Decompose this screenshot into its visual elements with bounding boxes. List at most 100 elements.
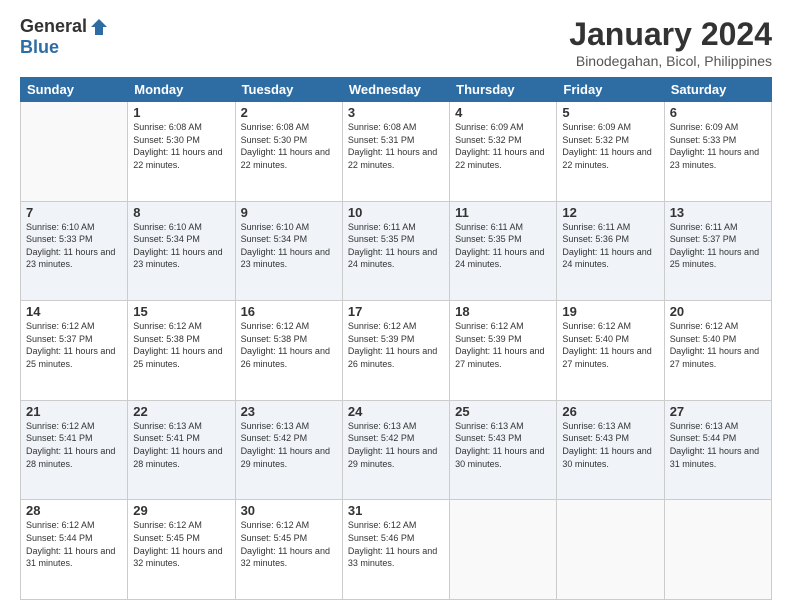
calendar-row-0: 1Sunrise: 6:08 AMSunset: 5:30 PMDaylight… bbox=[21, 102, 772, 202]
day-info: Sunrise: 6:12 AMSunset: 5:38 PMDaylight:… bbox=[241, 320, 337, 370]
calendar-row-2: 14Sunrise: 6:12 AMSunset: 5:37 PMDayligh… bbox=[21, 301, 772, 401]
table-row: 7Sunrise: 6:10 AMSunset: 5:33 PMDaylight… bbox=[21, 201, 128, 301]
day-info: Sunrise: 6:12 AMSunset: 5:40 PMDaylight:… bbox=[562, 320, 658, 370]
table-row: 2Sunrise: 6:08 AMSunset: 5:30 PMDaylight… bbox=[235, 102, 342, 202]
table-row: 25Sunrise: 6:13 AMSunset: 5:43 PMDayligh… bbox=[450, 400, 557, 500]
day-info: Sunrise: 6:08 AMSunset: 5:31 PMDaylight:… bbox=[348, 121, 444, 171]
day-info: Sunrise: 6:12 AMSunset: 5:45 PMDaylight:… bbox=[133, 519, 229, 569]
day-info: Sunrise: 6:12 AMSunset: 5:37 PMDaylight:… bbox=[26, 320, 122, 370]
title-section: January 2024 Binodegahan, Bicol, Philipp… bbox=[569, 16, 772, 69]
day-number: 4 bbox=[455, 105, 551, 120]
table-row: 10Sunrise: 6:11 AMSunset: 5:35 PMDayligh… bbox=[342, 201, 449, 301]
table-row bbox=[21, 102, 128, 202]
month-title: January 2024 bbox=[569, 16, 772, 53]
table-row: 8Sunrise: 6:10 AMSunset: 5:34 PMDaylight… bbox=[128, 201, 235, 301]
logo-general-text: General bbox=[20, 16, 87, 37]
day-number: 25 bbox=[455, 404, 551, 419]
table-row: 6Sunrise: 6:09 AMSunset: 5:33 PMDaylight… bbox=[664, 102, 771, 202]
header-sunday: Sunday bbox=[21, 78, 128, 102]
page: General Blue January 2024 Binodegahan, B… bbox=[0, 0, 792, 612]
day-number: 9 bbox=[241, 205, 337, 220]
table-row: 9Sunrise: 6:10 AMSunset: 5:34 PMDaylight… bbox=[235, 201, 342, 301]
day-number: 20 bbox=[670, 304, 766, 319]
table-row bbox=[450, 500, 557, 600]
table-row: 17Sunrise: 6:12 AMSunset: 5:39 PMDayligh… bbox=[342, 301, 449, 401]
day-info: Sunrise: 6:13 AMSunset: 5:41 PMDaylight:… bbox=[133, 420, 229, 470]
day-info: Sunrise: 6:13 AMSunset: 5:43 PMDaylight:… bbox=[455, 420, 551, 470]
day-info: Sunrise: 6:10 AMSunset: 5:33 PMDaylight:… bbox=[26, 221, 122, 271]
day-number: 12 bbox=[562, 205, 658, 220]
day-number: 26 bbox=[562, 404, 658, 419]
table-row: 31Sunrise: 6:12 AMSunset: 5:46 PMDayligh… bbox=[342, 500, 449, 600]
calendar-table: Sunday Monday Tuesday Wednesday Thursday… bbox=[20, 77, 772, 600]
table-row bbox=[557, 500, 664, 600]
logo-blue-text: Blue bbox=[20, 37, 59, 58]
day-info: Sunrise: 6:11 AMSunset: 5:35 PMDaylight:… bbox=[455, 221, 551, 271]
day-info: Sunrise: 6:08 AMSunset: 5:30 PMDaylight:… bbox=[241, 121, 337, 171]
day-number: 30 bbox=[241, 503, 337, 518]
table-row: 11Sunrise: 6:11 AMSunset: 5:35 PMDayligh… bbox=[450, 201, 557, 301]
table-row: 16Sunrise: 6:12 AMSunset: 5:38 PMDayligh… bbox=[235, 301, 342, 401]
table-row: 19Sunrise: 6:12 AMSunset: 5:40 PMDayligh… bbox=[557, 301, 664, 401]
day-info: Sunrise: 6:11 AMSunset: 5:36 PMDaylight:… bbox=[562, 221, 658, 271]
day-info: Sunrise: 6:12 AMSunset: 5:41 PMDaylight:… bbox=[26, 420, 122, 470]
day-number: 11 bbox=[455, 205, 551, 220]
day-info: Sunrise: 6:09 AMSunset: 5:32 PMDaylight:… bbox=[455, 121, 551, 171]
day-number: 13 bbox=[670, 205, 766, 220]
day-info: Sunrise: 6:13 AMSunset: 5:42 PMDaylight:… bbox=[241, 420, 337, 470]
day-info: Sunrise: 6:13 AMSunset: 5:43 PMDaylight:… bbox=[562, 420, 658, 470]
day-info: Sunrise: 6:11 AMSunset: 5:37 PMDaylight:… bbox=[670, 221, 766, 271]
header-monday: Monday bbox=[128, 78, 235, 102]
day-info: Sunrise: 6:13 AMSunset: 5:44 PMDaylight:… bbox=[670, 420, 766, 470]
day-number: 7 bbox=[26, 205, 122, 220]
day-info: Sunrise: 6:08 AMSunset: 5:30 PMDaylight:… bbox=[133, 121, 229, 171]
day-number: 22 bbox=[133, 404, 229, 419]
day-number: 17 bbox=[348, 304, 444, 319]
table-row bbox=[664, 500, 771, 600]
calendar-row-1: 7Sunrise: 6:10 AMSunset: 5:33 PMDaylight… bbox=[21, 201, 772, 301]
day-info: Sunrise: 6:13 AMSunset: 5:42 PMDaylight:… bbox=[348, 420, 444, 470]
day-number: 16 bbox=[241, 304, 337, 319]
day-number: 6 bbox=[670, 105, 766, 120]
day-number: 24 bbox=[348, 404, 444, 419]
day-number: 27 bbox=[670, 404, 766, 419]
day-info: Sunrise: 6:12 AMSunset: 5:39 PMDaylight:… bbox=[455, 320, 551, 370]
calendar-row-3: 21Sunrise: 6:12 AMSunset: 5:41 PMDayligh… bbox=[21, 400, 772, 500]
table-row: 1Sunrise: 6:08 AMSunset: 5:30 PMDaylight… bbox=[128, 102, 235, 202]
table-row: 12Sunrise: 6:11 AMSunset: 5:36 PMDayligh… bbox=[557, 201, 664, 301]
header-row: Sunday Monday Tuesday Wednesday Thursday… bbox=[21, 78, 772, 102]
day-number: 21 bbox=[26, 404, 122, 419]
table-row: 21Sunrise: 6:12 AMSunset: 5:41 PMDayligh… bbox=[21, 400, 128, 500]
table-row: 14Sunrise: 6:12 AMSunset: 5:37 PMDayligh… bbox=[21, 301, 128, 401]
header-tuesday: Tuesday bbox=[235, 78, 342, 102]
table-row: 20Sunrise: 6:12 AMSunset: 5:40 PMDayligh… bbox=[664, 301, 771, 401]
day-number: 29 bbox=[133, 503, 229, 518]
table-row: 28Sunrise: 6:12 AMSunset: 5:44 PMDayligh… bbox=[21, 500, 128, 600]
logo: General Blue bbox=[20, 16, 109, 58]
day-info: Sunrise: 6:10 AMSunset: 5:34 PMDaylight:… bbox=[133, 221, 229, 271]
table-row: 24Sunrise: 6:13 AMSunset: 5:42 PMDayligh… bbox=[342, 400, 449, 500]
table-row: 5Sunrise: 6:09 AMSunset: 5:32 PMDaylight… bbox=[557, 102, 664, 202]
day-number: 5 bbox=[562, 105, 658, 120]
day-number: 31 bbox=[348, 503, 444, 518]
day-number: 14 bbox=[26, 304, 122, 319]
day-number: 10 bbox=[348, 205, 444, 220]
header: General Blue January 2024 Binodegahan, B… bbox=[20, 16, 772, 69]
table-row: 4Sunrise: 6:09 AMSunset: 5:32 PMDaylight… bbox=[450, 102, 557, 202]
day-info: Sunrise: 6:12 AMSunset: 5:38 PMDaylight:… bbox=[133, 320, 229, 370]
table-row: 29Sunrise: 6:12 AMSunset: 5:45 PMDayligh… bbox=[128, 500, 235, 600]
table-row: 18Sunrise: 6:12 AMSunset: 5:39 PMDayligh… bbox=[450, 301, 557, 401]
header-thursday: Thursday bbox=[450, 78, 557, 102]
table-row: 15Sunrise: 6:12 AMSunset: 5:38 PMDayligh… bbox=[128, 301, 235, 401]
table-row: 22Sunrise: 6:13 AMSunset: 5:41 PMDayligh… bbox=[128, 400, 235, 500]
day-number: 18 bbox=[455, 304, 551, 319]
header-friday: Friday bbox=[557, 78, 664, 102]
table-row: 23Sunrise: 6:13 AMSunset: 5:42 PMDayligh… bbox=[235, 400, 342, 500]
day-info: Sunrise: 6:12 AMSunset: 5:40 PMDaylight:… bbox=[670, 320, 766, 370]
day-info: Sunrise: 6:09 AMSunset: 5:33 PMDaylight:… bbox=[670, 121, 766, 171]
day-number: 3 bbox=[348, 105, 444, 120]
table-row: 30Sunrise: 6:12 AMSunset: 5:45 PMDayligh… bbox=[235, 500, 342, 600]
day-info: Sunrise: 6:12 AMSunset: 5:44 PMDaylight:… bbox=[26, 519, 122, 569]
day-info: Sunrise: 6:09 AMSunset: 5:32 PMDaylight:… bbox=[562, 121, 658, 171]
day-number: 1 bbox=[133, 105, 229, 120]
